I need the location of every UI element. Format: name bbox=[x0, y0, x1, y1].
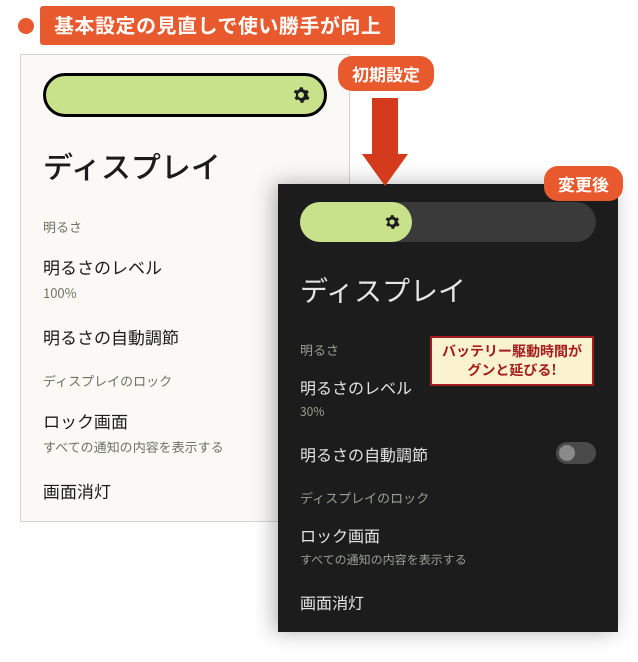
header-bullet-icon bbox=[18, 18, 34, 34]
page-title: ディスプレイ bbox=[300, 270, 596, 310]
arrow-down-icon bbox=[362, 98, 408, 186]
screen-timeout-label: 画面消灯 bbox=[300, 590, 596, 614]
settings-panel-after: ディスプレイ 明るさ 明るさのレベル 30% 明るさの自動調節 ディスプレイのロ… bbox=[278, 184, 618, 632]
lock-screen-item[interactable]: ロック画面 すべての通知の内容を表示する bbox=[300, 523, 596, 568]
callout-line1: バッテリー駆動時間が bbox=[442, 342, 582, 361]
badge-initial: 初期設定 bbox=[338, 56, 434, 91]
header-banner: 基本設定の見直しで使い勝手が向上 bbox=[40, 6, 395, 45]
auto-brightness-toggle[interactable] bbox=[556, 442, 596, 464]
brightness-slider[interactable] bbox=[300, 202, 596, 242]
screen-timeout-item[interactable]: 画面消灯 bbox=[300, 590, 596, 614]
lock-screen-label: ロック画面 bbox=[300, 523, 596, 547]
brightness-slider[interactable] bbox=[43, 73, 327, 117]
section-lock-label: ディスプレイのロック bbox=[300, 488, 596, 507]
callout-line2: グンと延びる! bbox=[442, 361, 582, 380]
battery-callout: バッテリー駆動時間が グンと延びる! bbox=[430, 336, 594, 386]
toggle-knob-icon bbox=[559, 445, 575, 461]
lock-screen-sub: すべての通知の内容を表示する bbox=[300, 551, 596, 568]
auto-brightness-label: 明るさの自動調節 bbox=[300, 442, 596, 466]
brightness-level-value: 30% bbox=[300, 403, 596, 420]
brightness-gear-icon bbox=[292, 86, 310, 104]
brightness-gear-icon bbox=[384, 214, 400, 230]
article-header: 基本設定の見直しで使い勝手が向上 bbox=[18, 6, 638, 45]
badge-after: 変更後 bbox=[544, 166, 623, 201]
auto-brightness-item[interactable]: 明るさの自動調節 bbox=[300, 442, 596, 466]
page-title: ディスプレイ bbox=[43, 143, 327, 187]
